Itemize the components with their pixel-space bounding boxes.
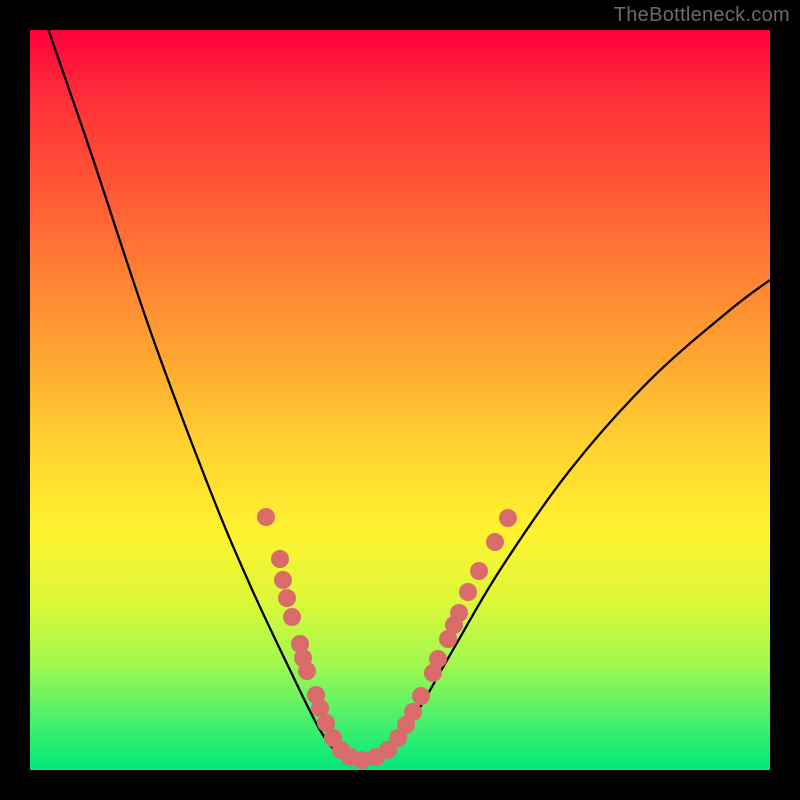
data-dot (307, 686, 325, 704)
data-dot (439, 630, 457, 648)
data-dot (278, 589, 296, 607)
data-dot (412, 687, 430, 705)
data-dot (257, 508, 275, 526)
data-dot (404, 703, 422, 721)
bottleneck-curve (45, 30, 770, 760)
data-dot (291, 635, 309, 653)
data-dot (317, 714, 335, 732)
plot-area (30, 30, 770, 770)
data-dot (283, 608, 301, 626)
data-dot (271, 550, 289, 568)
data-dot (324, 729, 342, 747)
data-dot (298, 662, 316, 680)
data-dot (389, 729, 407, 747)
data-dot (450, 604, 468, 622)
data-dot (367, 748, 385, 766)
data-dot (445, 616, 463, 634)
data-dot (274, 571, 292, 589)
data-dot (332, 741, 350, 759)
watermark-text: TheBottleneck.com (614, 4, 790, 27)
data-dot (499, 509, 517, 527)
data-dot (353, 751, 371, 769)
data-dot (379, 741, 397, 759)
data-dot (311, 699, 329, 717)
data-dot (424, 664, 442, 682)
chart-frame: TheBottleneck.com (0, 0, 800, 800)
data-dot (429, 650, 447, 668)
curve-layer (30, 30, 770, 770)
data-dot (470, 562, 488, 580)
data-dot (397, 716, 415, 734)
data-dot (459, 583, 477, 601)
data-dot (486, 533, 504, 551)
data-dots (257, 508, 517, 769)
data-dot (294, 649, 312, 667)
data-dot (341, 748, 359, 766)
